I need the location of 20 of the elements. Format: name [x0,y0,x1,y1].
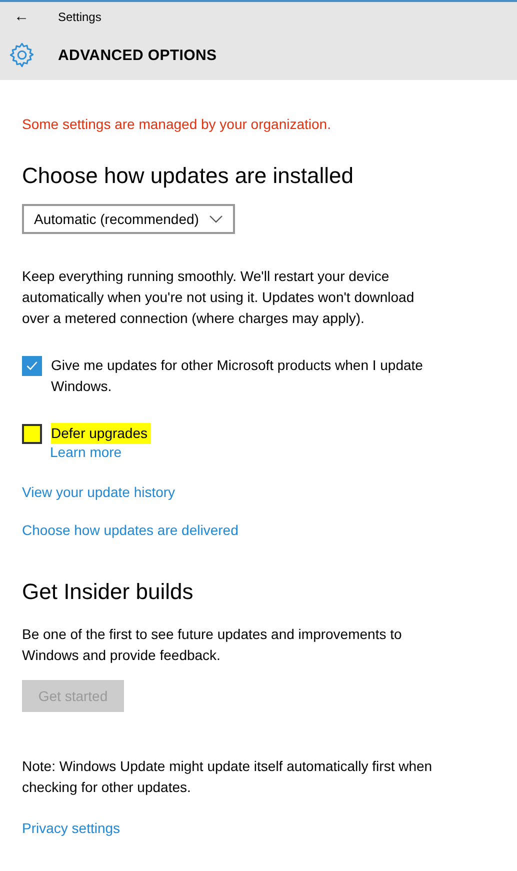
privacy-settings-link[interactable]: Privacy settings [22,820,120,836]
window-title: Settings [58,10,102,24]
section-heading: Choose how updates are installed [22,162,354,190]
settings-link[interactable]: Choose how updates are delivered [22,522,238,538]
page-title: ADVANCED OPTIONS [58,46,217,64]
description-text: Be one of the first to see future updates and improvements to Windows and provide feedback. [22,625,403,665]
settings-icon [9,42,35,68]
learn-more-link[interactable]: Learn more [50,444,122,460]
organization-notice: Some settings are managed by your organization. [22,116,332,132]
note-text: Note: Windows Update might update itself automatically first when checking for other updates. [22,757,434,797]
chevron-icon [208,215,223,223]
checkbox[interactable] [22,424,42,444]
install-dropdown[interactable]: Automatic (recommended) [22,204,235,234]
back-button[interactable]: ← [14,9,30,25]
checkbox-label: Give me updates for other Microsoft products when I update Windows. [51,356,424,396]
checkbox[interactable] [22,356,42,376]
settings-link[interactable]: View your update history [22,484,176,500]
description-text: Keep everything running smoothly. We'll restart your device automatically when you're not using it. Updates won't download over a metered connection (where charges may apply). [22,267,416,328]
section-heading: Get Insider builds [22,578,194,606]
checkbox-label: Defer upgrades [51,423,151,444]
